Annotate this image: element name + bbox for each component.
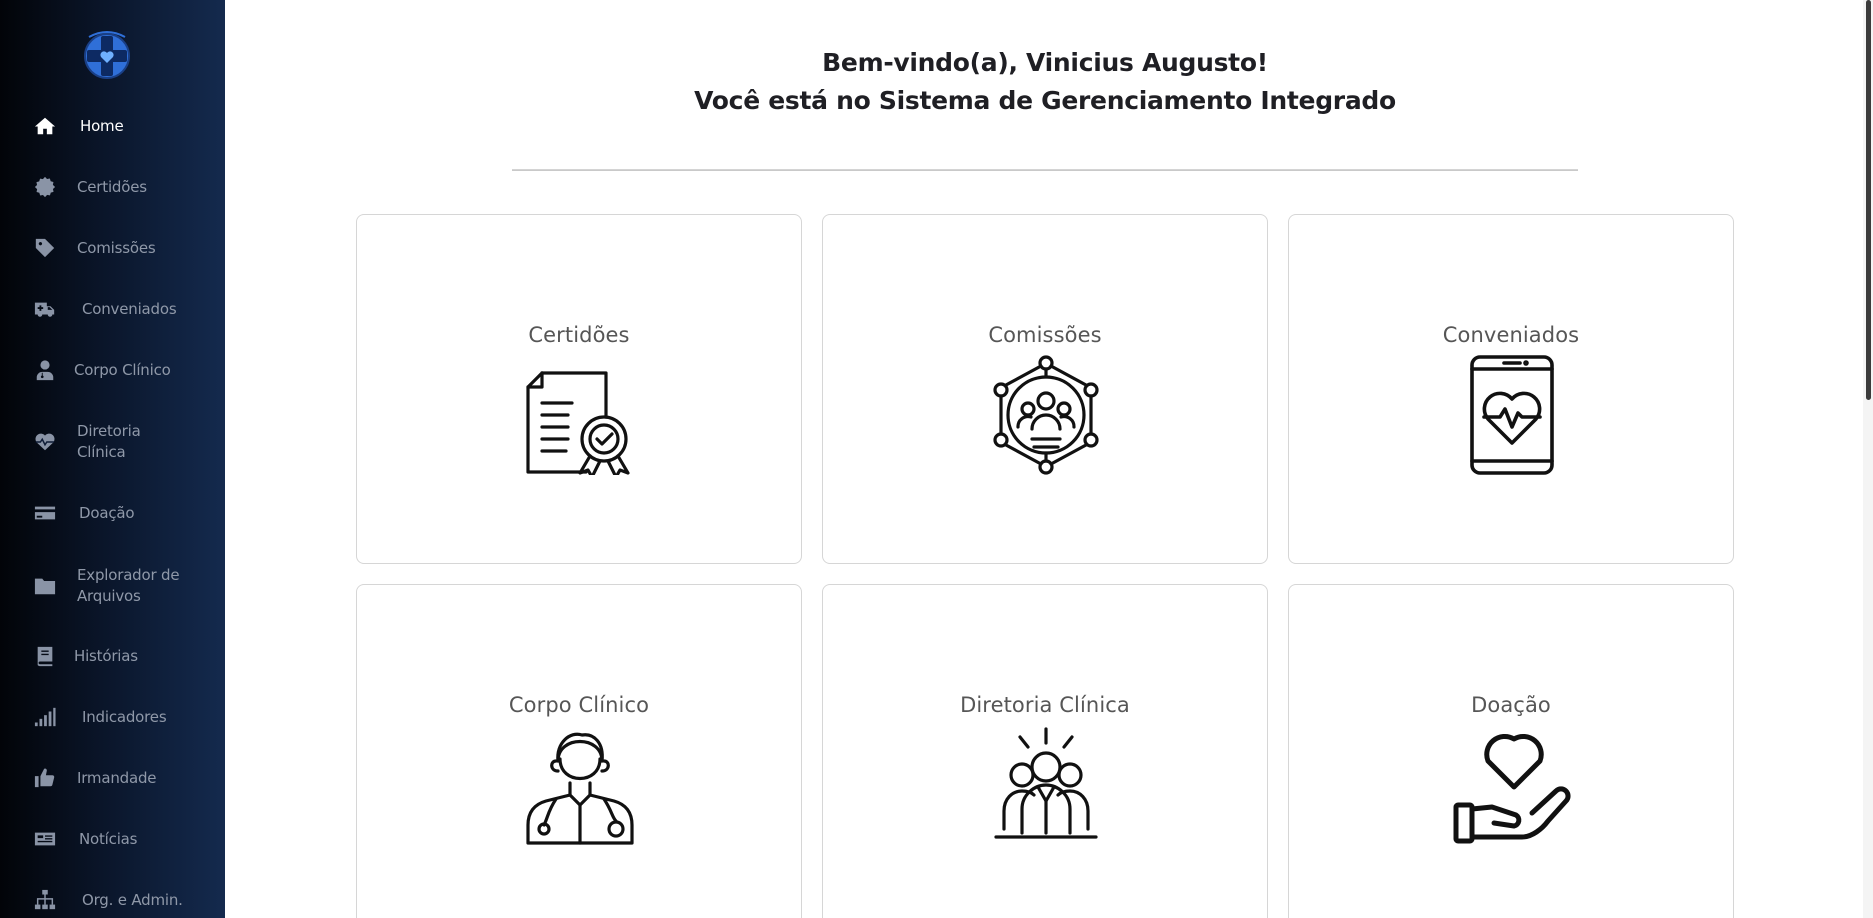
sidebar-item-label: Certidões: [77, 177, 147, 196]
app-window: Home Certidões Comissões Conveniados Cor…: [0, 0, 1873, 918]
sidebar-item-irmandade[interactable]: Irmandade: [0, 758, 225, 798]
sidebar-item-label: Explorador de: [77, 566, 180, 584]
sidebar-item-org-admin[interactable]: Org. e Admin.: [0, 880, 225, 918]
sidebar-item-certidoes[interactable]: Certidões: [0, 167, 225, 207]
sidebar-item-noticias[interactable]: Notícias: [0, 819, 225, 859]
sidebar-item-indicadores[interactable]: Indicadores: [0, 697, 225, 737]
sidebar-item-label: Corpo Clínico: [74, 360, 171, 379]
tag-icon: [33, 236, 57, 260]
card-comissoes[interactable]: Comissões: [822, 214, 1268, 564]
org-chart-icon: [33, 888, 57, 912]
sidebar-item-label: Org. e Admin.: [82, 890, 183, 909]
sidebar: Home Certidões Comissões Conveniados Cor…: [0, 0, 225, 918]
card-title: Diretoria Clínica: [960, 693, 1130, 717]
hand-heart-icon: [1452, 725, 1572, 845]
card-title: Doação: [1471, 693, 1551, 717]
network-group-icon: [986, 355, 1106, 475]
divider: [512, 169, 1578, 171]
page-scrollbar[interactable]: [1863, 0, 1873, 918]
sidebar-item-label: Indicadores: [82, 707, 167, 726]
sidebar-item-home[interactable]: Home: [0, 106, 225, 146]
sidebar-item-label: Notícias: [79, 829, 138, 848]
credit-card-icon: [33, 501, 57, 525]
signal-bars-icon: [33, 705, 57, 729]
doctor-icon: [33, 358, 57, 382]
card-corpo-clinico[interactable]: Corpo Clínico: [356, 584, 802, 918]
welcome-system-title: Você está no Sistema de Gerenciamento In…: [694, 86, 1396, 115]
certificate-document-icon: [520, 355, 640, 479]
card-doacao[interactable]: Doação: [1288, 584, 1734, 918]
folder-icon: [33, 574, 57, 598]
sidebar-item-label-line2: Arquivos: [77, 587, 141, 605]
certificate-seal-icon: [33, 175, 57, 199]
sidebar-item-diretoria-clinica[interactable]: Diretoria Clínica: [0, 421, 225, 463]
heartbeat-icon: [33, 430, 57, 454]
welcome-greeting: Bem-vindo(a), Vinicius Augusto!: [822, 48, 1268, 77]
thumbs-up-icon: [33, 766, 57, 790]
newspaper-icon: [33, 827, 57, 851]
sidebar-item-label: Diretoria: [77, 422, 141, 440]
sidebar-item-label-line2: Clínica: [77, 443, 126, 461]
doctor-stethoscope-icon: [520, 725, 640, 845]
book-icon: [33, 644, 57, 668]
team-leaders-icon: [986, 725, 1106, 845]
sidebar-item-doacao[interactable]: Doação: [0, 493, 225, 533]
sidebar-item-corpo-clinico[interactable]: Corpo Clínico: [0, 350, 225, 390]
phone-heart-icon: [1452, 355, 1572, 475]
sidebar-item-historias[interactable]: Histórias: [0, 636, 225, 676]
ambulance-icon: [33, 297, 57, 321]
card-title: Corpo Clínico: [508, 693, 650, 717]
card-title: Conveniados: [1442, 323, 1580, 347]
sidebar-item-label: Doação: [79, 503, 135, 522]
card-title: Comissões: [988, 323, 1102, 347]
sidebar-item-label: Conveniados: [82, 299, 177, 318]
sidebar-item-label: Histórias: [74, 646, 138, 665]
card-conveniados[interactable]: Conveniados: [1288, 214, 1734, 564]
sidebar-item-conveniados[interactable]: Conveniados: [0, 289, 225, 329]
sidebar-item-explorador-arquivos[interactable]: Explorador de Arquivos: [0, 565, 225, 607]
card-diretoria-clinica[interactable]: Diretoria Clínica: [822, 584, 1268, 918]
sidebar-item-label: Home: [80, 116, 124, 135]
sidebar-item-label: Irmandade: [77, 768, 157, 787]
sidebar-item-comissoes[interactable]: Comissões: [0, 228, 225, 268]
home-icon: [33, 114, 57, 138]
hospital-cross-logo[interactable]: [79, 27, 135, 79]
card-certidoes[interactable]: Certidões: [356, 214, 802, 564]
card-title: Certidões: [528, 323, 630, 347]
main-content: Bem-vindo(a), Vinicius Augusto! Você est…: [225, 0, 1873, 918]
sidebar-item-label: Comissões: [77, 238, 156, 257]
scrollbar-thumb[interactable]: [1866, 0, 1871, 400]
